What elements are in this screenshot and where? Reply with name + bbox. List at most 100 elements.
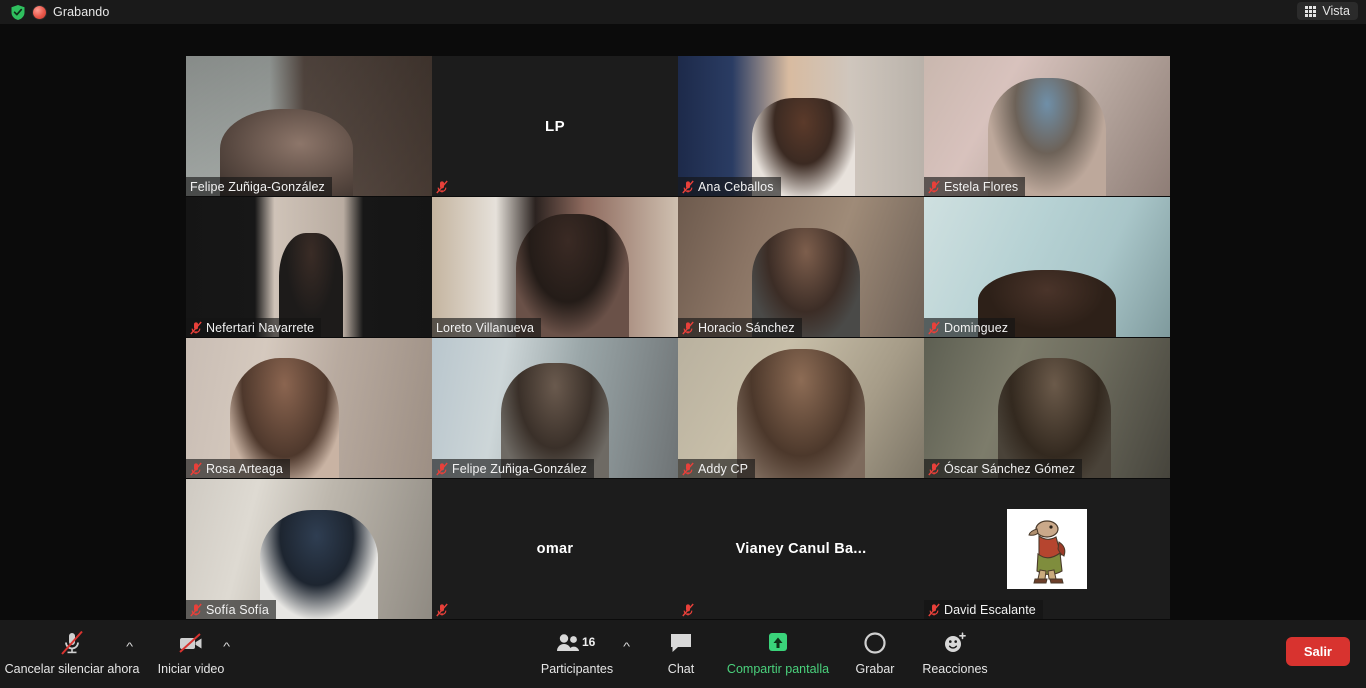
participant-name: Óscar Sánchez Gómez [944,461,1076,476]
leave-meeting-button[interactable]: Salir [1285,637,1350,666]
reactions-smiley-icon [941,628,969,658]
participant-nameplate: Sofía Sofía [186,600,276,619]
participant-nameplate [678,600,701,619]
svg-text:16: 16 [582,635,596,649]
participant-tile[interactable]: Nefertari Navarrete [186,197,432,337]
participant-tile[interactable]: LP [432,56,678,196]
microphone-muted-icon [928,180,940,193]
microphone-muted-icon [57,628,87,658]
meeting-toolbar: Cancelar silenciar ahora ^ Iniciar video… [0,620,1366,688]
microphone-muted-icon [682,603,694,616]
view-switcher-button[interactable]: Vista [1297,2,1358,20]
participant-tile[interactable]: omar [432,479,678,619]
video-feed [186,197,432,337]
participant-nameplate: Horacio Sánchez [678,318,802,337]
participant-tile[interactable]: Felipe Zuñiga-González [186,56,432,196]
participant-tile[interactable]: Horacio Sánchez [678,197,924,337]
participant-grid: Felipe Zuñiga-González LP Ana Ceballos Este… [186,56,1176,619]
participant-name: Ana Ceballos [698,179,774,194]
participant-nameplate: Loreto Villanueva [432,318,542,337]
view-label: Vista [1322,4,1350,18]
participant-tile[interactable]: Vianey Canul Ba... [678,479,924,619]
participant-name: Rosa Arteaga [206,461,283,476]
participant-name: Felipe Zuñiga-González [190,179,325,194]
participant-name: Loreto Villanueva [436,320,535,335]
participant-name: Felipe Zuñiga-González [452,461,587,476]
microphone-muted-icon [928,603,940,616]
participant-tile[interactable]: Loreto Villanueva [432,197,678,337]
top-bar: Grabando Vista [0,0,1366,24]
record-label: Grabar [855,662,895,676]
participant-tile[interactable]: David Escalante [924,479,1170,619]
microphone-muted-icon [928,462,940,475]
video-feed [924,56,1170,196]
avatar-illustration [1007,509,1087,589]
mute-label: Cancelar silenciar ahora [4,662,140,676]
participant-name: David Escalante [944,602,1036,617]
microphone-muted-icon [190,462,202,475]
microphone-muted-icon [682,462,694,475]
participant-nameplate: David Escalante [924,600,1043,619]
participant-nameplate: Felipe Zuñiga-González [186,177,332,196]
participant-name: Sofía Sofía [206,602,269,617]
microphone-muted-icon [436,462,448,475]
participant-name: Dominguez [944,320,1009,335]
participant-tile[interactable]: Ana Ceballos [678,56,924,196]
video-feed [924,197,1170,337]
video-feed [432,197,678,337]
video-feed [186,56,432,196]
microphone-muted-icon [436,180,448,193]
share-screen-label: Compartir pantalla [726,662,830,676]
participants-chevron-up-icon[interactable]: ^ [623,642,630,653]
participant-initials: LP [545,117,565,135]
video-feed [186,479,432,619]
participant-name: Addy CP [698,461,749,476]
participant-nameplate: Ana Ceballos [678,177,781,196]
participants-button[interactable]: 16 Participantes [538,628,616,676]
video-feed [432,338,678,478]
start-video-button[interactable]: Iniciar video [150,628,232,676]
recording-label: Grabando [53,5,110,19]
video-feed [678,56,924,196]
participant-tile[interactable]: Óscar Sánchez Gómez [924,338,1170,478]
zoom-meeting-window: Grabando Vista Felipe Zuñiga-González LP A… [0,0,1366,688]
recording-dot-icon [33,5,46,19]
participant-name: Nefertari Navarrete [206,320,315,335]
record-circle-icon [862,628,888,658]
participant-nameplate: Óscar Sánchez Gómez [924,459,1083,478]
video-feed [678,197,924,337]
participant-nameplate: Addy CP [678,459,756,478]
participant-tile[interactable]: Rosa Arteaga [186,338,432,478]
record-button[interactable]: Grabar [845,628,905,676]
participant-nameplate: Nefertari Navarrete [186,318,322,337]
video-options-chevron-up-icon[interactable]: ^ [223,642,230,653]
participant-name: Estela Flores [944,179,1019,194]
microphone-muted-icon [436,603,448,616]
participant-tile[interactable]: Addy CP [678,338,924,478]
video-feed [678,338,924,478]
participant-nameplate [432,177,455,196]
participant-tile[interactable]: Felipe Zuñiga-González [432,338,678,478]
mute-options-chevron-up-icon[interactable]: ^ [126,642,133,653]
participant-placeholder-name: Vianey Canul Ba... [735,541,867,557]
video-feed [186,338,432,478]
microphone-muted-icon [190,321,202,334]
participants-icon: 16 [554,628,600,658]
participant-avatar [1007,509,1087,589]
chat-button[interactable]: Chat [652,628,710,676]
participant-placeholder-name: omar [536,541,574,557]
participant-name: Horacio Sánchez [698,320,795,335]
chat-label: Chat [667,662,695,676]
participant-tile[interactable]: Sofía Sofía [186,479,432,619]
participant-tile[interactable]: Dominguez [924,197,1170,337]
participants-label: Participantes [540,662,614,676]
participant-tile[interactable]: Estela Flores [924,56,1170,196]
reactions-button[interactable]: Reacciones [910,628,1000,676]
mute-button[interactable]: Cancelar silenciar ahora [5,628,139,676]
share-screen-icon [763,628,793,658]
microphone-muted-icon [682,180,694,193]
share-screen-button[interactable]: Compartir pantalla [712,628,844,676]
grid-view-icon [1305,5,1317,17]
security-shield-icon[interactable] [10,4,26,21]
participant-nameplate: Dominguez [924,318,1016,337]
